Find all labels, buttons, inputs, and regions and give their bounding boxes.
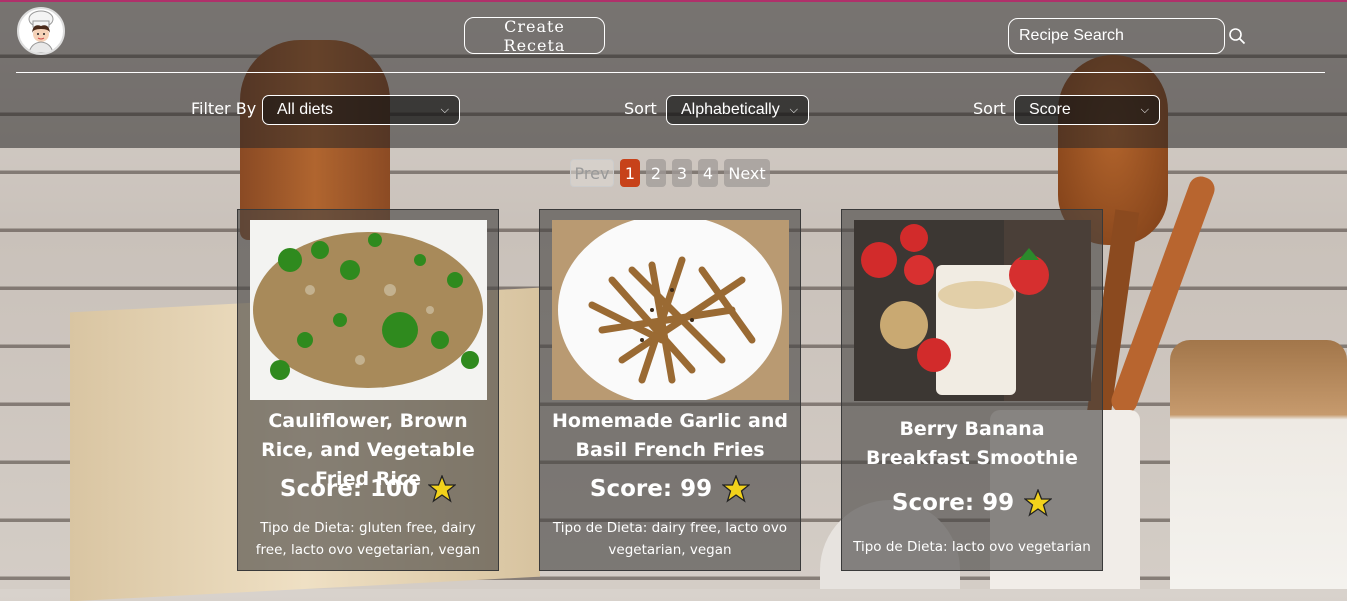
recipe-diet: Tipo de Dieta: gluten free, dairy free, …: [255, 520, 481, 558]
search-icon[interactable]: [1228, 22, 1246, 50]
star-icon: [722, 475, 751, 503]
sort-score-label: Sort: [973, 99, 1006, 118]
page-1-button[interactable]: 1: [620, 159, 640, 187]
recipe-title: Berry Banana Breakfast Smoothie: [866, 418, 1078, 469]
chevron-down-icon: ⌵: [440, 103, 449, 116]
header-divider: [16, 72, 1325, 73]
page-2-button[interactable]: 2: [646, 159, 666, 187]
recipe-title: Homemade Garlic and Basil French Fries: [552, 410, 788, 461]
sort-alpha-label: Sort: [624, 99, 657, 118]
next-page-button[interactable]: Next: [724, 159, 770, 187]
recipe-score-text: Score: 100: [279, 476, 419, 502]
background-jar: [1170, 340, 1347, 589]
star-icon: [1024, 489, 1053, 517]
create-recipe-button[interactable]: Create Receta: [464, 17, 605, 55]
recipe-score-text: Score: 99: [589, 476, 713, 502]
page-3-button[interactable]: 3: [672, 159, 692, 187]
chevron-down-icon: ⌵: [789, 103, 798, 116]
diet-filter-value: All diets: [277, 101, 334, 118]
sort-alpha-select[interactable]: Alphabetically ⌵: [666, 95, 809, 125]
diet-filter-select[interactable]: All diets ⌵: [262, 95, 460, 125]
filter-label: Filter By: [191, 99, 257, 118]
recipe-image[interactable]: [552, 220, 789, 400]
chef-logo-icon: [28, 10, 54, 53]
recipe-score: Score: 99: [540, 475, 800, 503]
prev-page-button[interactable]: Prev: [570, 159, 614, 187]
recipe-card[interactable]: Cauliflower, Brown Rice, and Vegetable F…: [237, 209, 499, 571]
recipe-diet: Tipo de Dieta: dairy free, lacto ovo veg…: [552, 520, 788, 558]
star-icon: [428, 475, 457, 503]
recipe-image[interactable]: [250, 220, 487, 400]
recipe-search: [1008, 18, 1246, 54]
recipe-score: Score: 100: [238, 475, 498, 503]
recipe-score-text: Score: 99: [891, 490, 1015, 516]
recipe-diet: Tipo de Dieta: lacto ovo vegetarian: [853, 539, 1091, 555]
recipe-image[interactable]: [854, 220, 1091, 401]
chef-logo[interactable]: [17, 7, 65, 55]
search-input[interactable]: [1009, 26, 1228, 46]
recipe-card[interactable]: Berry Banana Breakfast Smoothie Score: 9…: [841, 209, 1103, 571]
page-4-button[interactable]: 4: [698, 159, 718, 187]
recipe-score: Score: 99: [842, 489, 1102, 517]
pagination: Prev 1 2 3 4 Next: [570, 159, 770, 187]
recipe-card[interactable]: Homemade Garlic and Basil French Fries S…: [539, 209, 801, 571]
chevron-down-icon: ⌵: [1140, 103, 1149, 116]
sort-score-value: Score: [1029, 101, 1071, 118]
sort-alpha-value: Alphabetically: [681, 101, 780, 118]
top-bar: Create Receta Filter By All diets ⌵ Sort…: [0, 0, 1347, 148]
sort-score-select[interactable]: Score ⌵: [1014, 95, 1160, 125]
